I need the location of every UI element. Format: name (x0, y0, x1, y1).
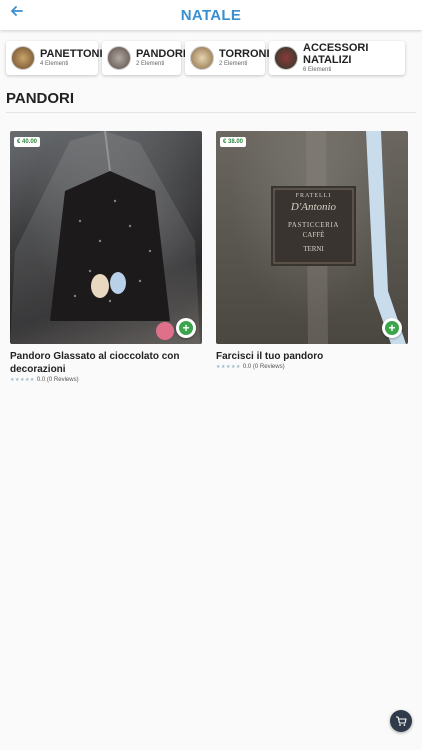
section-title: PANDORI (6, 90, 75, 107)
category-thumb (274, 46, 298, 70)
cart-button[interactable] (390, 710, 412, 732)
label-line: D'Antonio (290, 201, 337, 213)
star-rating-icon: ★★★★★ (10, 377, 35, 383)
product-rating: ★★★★★ 0.0 (0 Reviews) (216, 364, 408, 370)
add-to-cart-button[interactable]: + (382, 318, 402, 338)
category-count: 6 Elementi (303, 66, 332, 73)
category-name: PANDORI (136, 47, 186, 60)
section-divider (6, 112, 416, 113)
category-name: ACCESSORI NATALIZI (303, 41, 369, 66)
label-line: PASTICCERIA (287, 221, 340, 229)
add-to-cart-button[interactable]: + (176, 318, 196, 338)
star-rating-icon: ★★★★★ (216, 364, 241, 370)
label-line: TERNI (303, 245, 324, 253)
category-count: 2 Elementi (136, 60, 165, 67)
rating-text: 0.0 (0 Reviews) (242, 364, 285, 370)
category-thumb (107, 46, 131, 70)
category-chip-panettoni[interactable]: PANETTONI 4 Elementi (6, 41, 103, 75)
product-image[interactable]: FRATELLI D'Antonio PASTICCERIA CAFFÈ TER… (216, 131, 408, 344)
app-header: NATALE (0, 0, 422, 30)
product-rating: ★★★★★ 0.0 (0 Reviews) (10, 377, 202, 383)
back-arrow-icon[interactable] (6, 4, 28, 24)
cart-icon (396, 716, 407, 726)
category-name: TORRONI (219, 47, 270, 60)
plus-icon: + (179, 321, 193, 335)
category-chip-accessori-natalizi[interactable]: ACCESSORI NATALIZI 6 Elementi (269, 41, 405, 75)
brand-label: FRATELLI D'Antonio PASTICCERIA CAFFÈ TER… (271, 193, 356, 253)
plus-icon: + (385, 321, 399, 335)
category-count: 4 Elementi (40, 60, 69, 67)
price-badge: € 40.00 (14, 137, 41, 147)
category-name: PANETTONI (40, 47, 103, 60)
category-thumb (11, 46, 35, 70)
product-name[interactable]: Pandoro Glassato al cioccolato con decor… (10, 350, 202, 376)
label-line: FRATELLI (295, 193, 332, 199)
category-chip-torroni[interactable]: TORRONI 2 Elementi (185, 41, 270, 75)
rating-text: 0.0 (0 Reviews) (36, 377, 79, 383)
product-card[interactable]: € 40.00 + Pandoro Glassato al cioccolato… (10, 131, 202, 383)
product-name[interactable]: Farcisci il tuo pandoro (216, 350, 408, 363)
page-title: NATALE (180, 6, 242, 24)
category-thumb (190, 46, 214, 70)
label-line: CAFFÈ (302, 231, 325, 239)
category-bar: PANETTONI 4 Elementi PANDORI 2 Elementi … (6, 41, 405, 75)
price-badge: € 38.00 (220, 137, 247, 147)
category-chip-pandori[interactable]: PANDORI 2 Elementi (102, 41, 186, 75)
category-count: 2 Elementi (219, 60, 248, 67)
product-image[interactable]: € 40.00 + (10, 131, 202, 344)
product-card[interactable]: FRATELLI D'Antonio PASTICCERIA CAFFÈ TER… (216, 131, 408, 370)
